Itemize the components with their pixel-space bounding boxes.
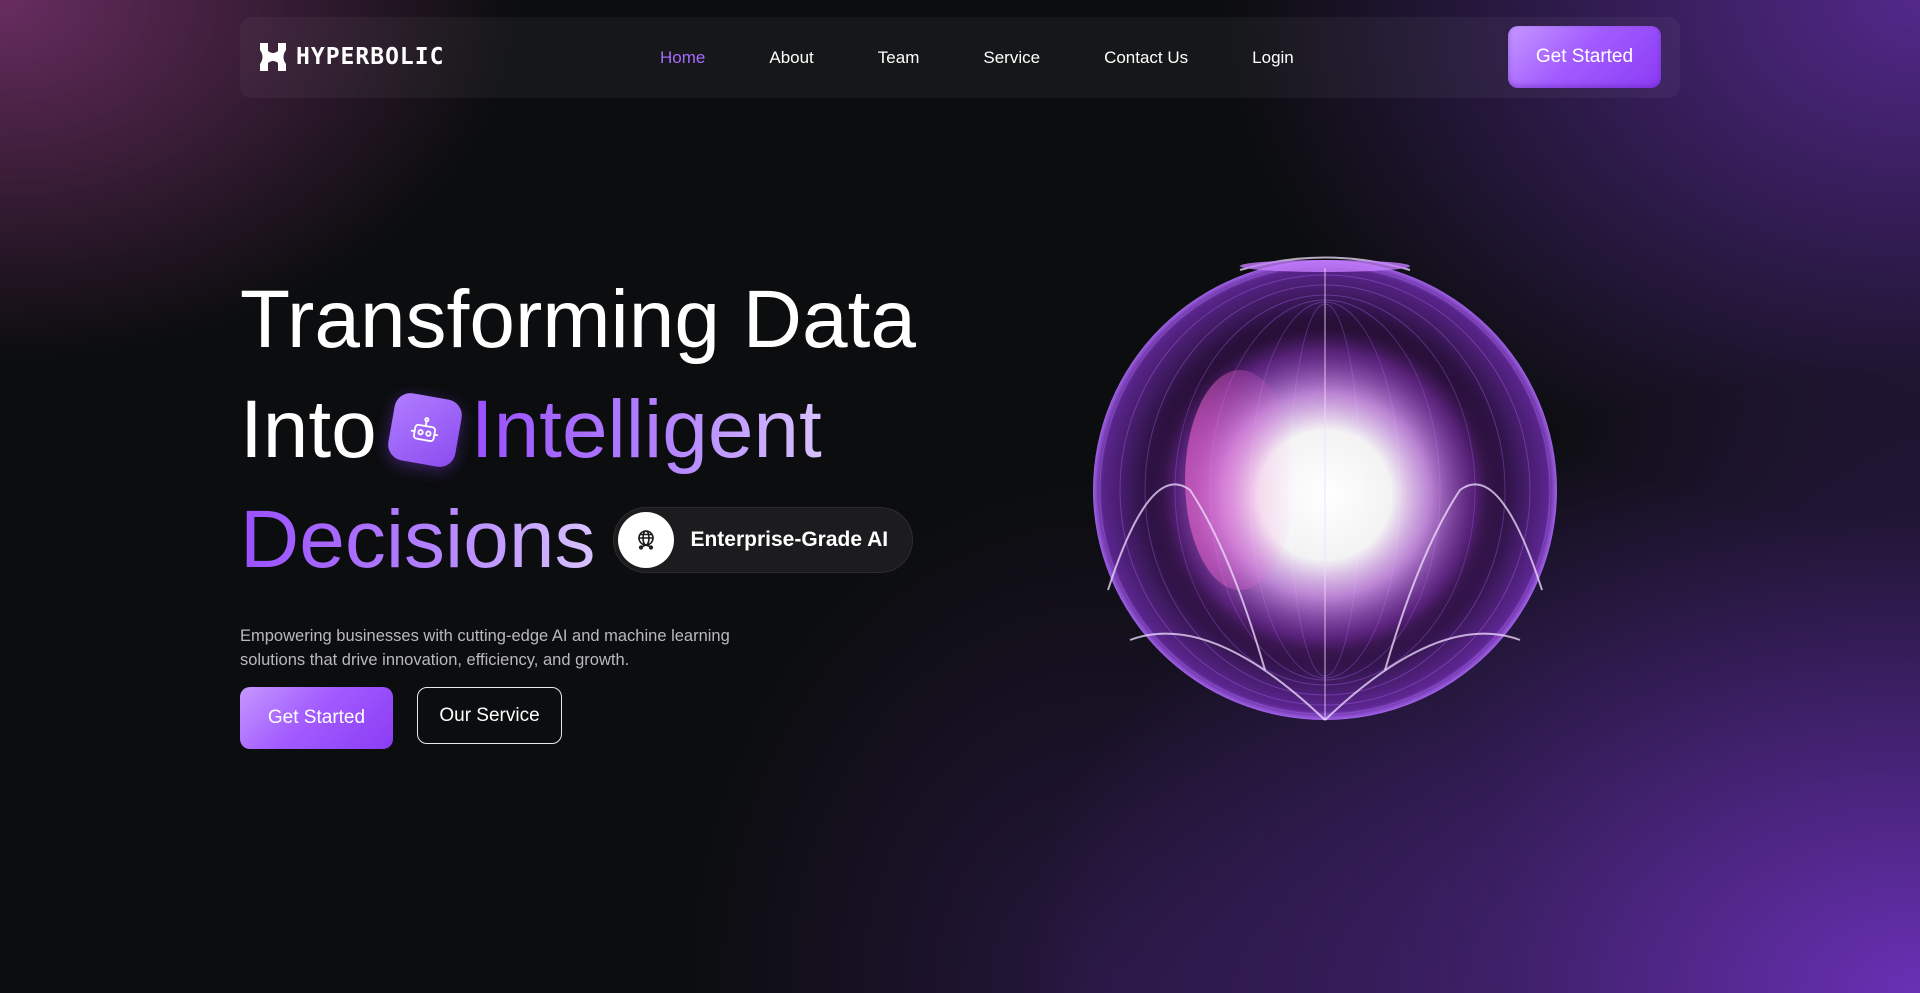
nav-item-home[interactable]: Home [660, 48, 705, 68]
hyperbolic-logo-icon [260, 43, 286, 71]
navbar: HYPERBOLIC Home About Team Service Conta… [240, 17, 1680, 98]
brand-name: HYPERBOLIC [296, 44, 445, 70]
hero-line-3: Decisions Enterprise-Grade AI [240, 485, 940, 595]
pill-icon-wrap [618, 512, 675, 568]
network-globe-icon [638, 530, 655, 550]
hero-get-started-button[interactable]: Get Started [240, 687, 393, 749]
hero-line-1-text: Transforming Data [240, 274, 916, 365]
robot-badge [385, 390, 465, 470]
hero-line-3-highlight: Decisions [240, 485, 595, 595]
pill-label: Enterprise-Grade AI [690, 528, 889, 551]
hero-line-2: Into Intelligent [240, 375, 940, 485]
robot-icon [410, 417, 438, 443]
hero-line-1: Transforming Data [240, 265, 940, 375]
hero-line-2-highlight: Intelligent [471, 375, 822, 485]
enterprise-ai-pill: Enterprise-Grade AI [613, 507, 914, 573]
nav-item-contact-us[interactable]: Contact Us [1104, 48, 1188, 68]
nav-item-login[interactable]: Login [1252, 48, 1294, 68]
nav-item-team[interactable]: Team [878, 48, 920, 68]
hero-title: Transforming Data Into Intelligent Decis… [240, 265, 940, 595]
nav-item-service[interactable]: Service [983, 48, 1040, 68]
our-service-button[interactable]: Our Service [417, 687, 562, 744]
nav-links: Home About Team Service Contact Us Login [660, 17, 1358, 98]
hero-description: Empowering businesses with cutting-edge … [240, 626, 730, 669]
glowing-sphere [1093, 256, 1557, 721]
brand[interactable]: HYPERBOLIC [258, 41, 444, 73]
nav-item-about[interactable]: About [769, 48, 813, 68]
hero-line-2-prefix: Into [240, 384, 377, 475]
nav-get-started-button[interactable]: Get Started [1508, 26, 1661, 88]
landing-page: HYPERBOLIC Home About Team Service Conta… [0, 0, 1920, 993]
